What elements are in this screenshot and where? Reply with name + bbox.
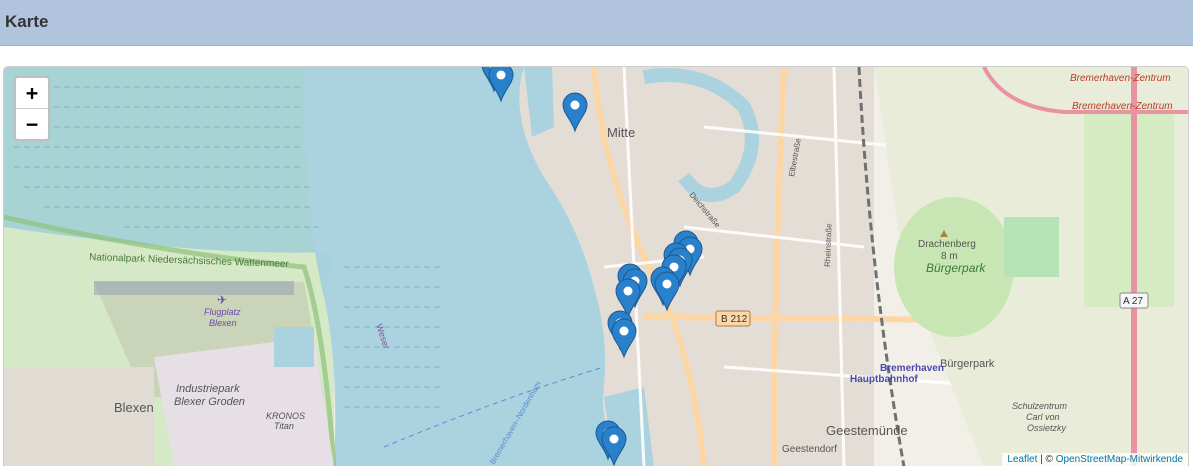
blexen-town (4, 367, 154, 466)
label-flugplatz-1: Flugplatz (204, 307, 241, 317)
label-buergerpark-1: Bürgerpark (926, 261, 986, 275)
marker-dot (570, 100, 580, 110)
label-hbf-2: Hauptbahnhof (850, 374, 918, 385)
label-industriepark-1: Industriepark (176, 383, 240, 395)
label-schule-2: Carl von (1026, 412, 1060, 422)
label-buergerpark-2: Bürgerpark (940, 358, 995, 370)
label-geestemuende: Geestemünde (826, 423, 908, 438)
label-flugplatz-2: Blexen (209, 318, 237, 328)
fields-east (1084, 107, 1174, 307)
marker-dot (496, 70, 506, 80)
sports-fields (1004, 217, 1059, 277)
runway (94, 281, 294, 295)
label-kronos-2: Titan (274, 421, 294, 431)
marker-dot (619, 326, 629, 336)
marker-dot (609, 434, 619, 444)
label-drachenberg: Drachenberg (918, 239, 976, 250)
label-zentrum-1: Bremerhaven-Zentrum (1070, 73, 1171, 84)
zoom-control: + − (14, 76, 50, 141)
label-schule-1: Schulzentrum (1012, 401, 1068, 411)
label-industriepark-2: Blexer Groden (174, 396, 245, 408)
label-geestendorf: Geestendorf (782, 444, 837, 455)
map-container[interactable]: Mitte Nationalpark Niedersächsisches Wat… (3, 66, 1189, 466)
label-blexen: Blexen (114, 400, 154, 415)
label-a27: A 27 (1123, 296, 1143, 307)
leaflet-link[interactable]: Leaflet (1007, 454, 1037, 465)
label-schule-3: Ossietzky (1027, 423, 1067, 433)
label-hbf-1: Bremerhaven (880, 363, 944, 374)
map-tiles[interactable]: Mitte Nationalpark Niedersächsisches Wat… (4, 67, 1189, 466)
label-rheinstrasse: Rheinstraße (823, 223, 834, 267)
marker-dot (623, 286, 633, 296)
label-b212: B 212 (721, 314, 748, 325)
osm-link[interactable]: OpenStreetMap-Mitwirkende (1056, 454, 1183, 465)
label-mitte: Mitte (607, 125, 635, 140)
zoom-out-button[interactable]: − (16, 108, 48, 139)
label-zentrum-2: Bremerhaven-Zentrum (1072, 101, 1173, 112)
attribution-separator: | © (1037, 454, 1056, 465)
zoom-in-button[interactable]: + (16, 78, 48, 108)
page-header: Karte (0, 0, 1193, 46)
attribution: Leaflet | © OpenStreetMap-Mitwirkende (1002, 453, 1188, 466)
page-title: Karte (5, 12, 49, 31)
basin-west (274, 327, 314, 367)
marker-dot (662, 279, 672, 289)
label-kronos-1: KRONOS (266, 411, 305, 421)
airport-icon: ✈ (217, 293, 227, 307)
